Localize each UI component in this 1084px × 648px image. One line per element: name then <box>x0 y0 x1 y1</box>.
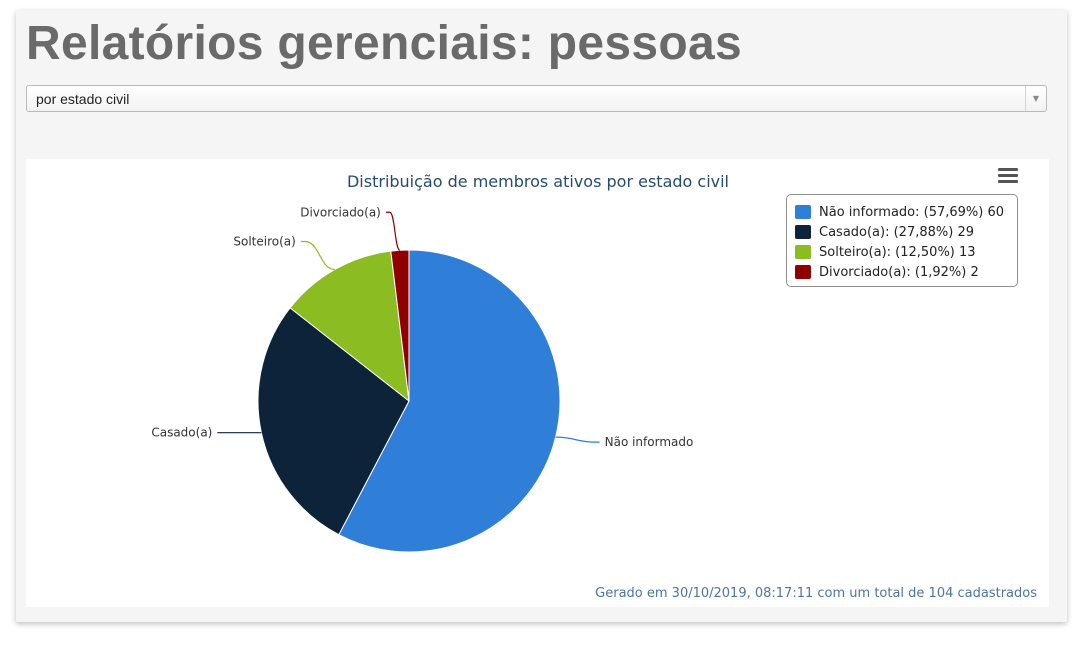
connector-divorciado-a <box>385 211 401 251</box>
legend-label: Casado(a): (27,88%) 29 <box>819 224 974 240</box>
chart-legend: Não informado: (57,69%) 60 Casado(a): (27… <box>786 194 1018 287</box>
legend-label: Solteiro(a): (12,50%) 13 <box>819 244 976 260</box>
legend-item-solteiro-a[interactable]: Solteiro(a): (12,50%) 13 <box>795 243 976 261</box>
legend-item-divorciado-a[interactable]: Divorciado(a): (1,92%) 2 <box>795 263 979 281</box>
chart-footer: Gerado em 30/10/2019, 08:17:11 com um to… <box>595 586 1037 601</box>
pie-chart: Distribuição de membros ativos por estad… <box>151 172 1037 601</box>
connector-nao-informado <box>555 436 600 443</box>
data-label-divorciado-a: Divorciado(a) <box>300 205 381 219</box>
legend-item-casado-a[interactable]: Casado(a): (27,88%) 29 <box>795 223 974 241</box>
legend-swatch <box>795 245 811 259</box>
legend-label: Não informado: (57,69%) 60 <box>819 204 1005 220</box>
connector-solteiro-a <box>300 240 335 271</box>
data-label-solteiro-a: Solteiro(a) <box>233 234 295 248</box>
hamburger-menu-icon[interactable] <box>998 168 1018 184</box>
legend-label: Divorciado(a): (1,92%) 2 <box>819 264 979 280</box>
chart-title: Distribuição de membros ativos por estad… <box>347 172 729 191</box>
legend-swatch <box>795 225 811 239</box>
legend-swatch <box>795 205 811 219</box>
data-label-nao-informado: Não informado <box>605 435 694 449</box>
legend-swatch <box>795 265 811 279</box>
data-label-casado-a: Casado(a) <box>151 426 212 440</box>
legend-item-nao-informado[interactable]: Não informado: (57,69%) 60 <box>795 203 1004 221</box>
